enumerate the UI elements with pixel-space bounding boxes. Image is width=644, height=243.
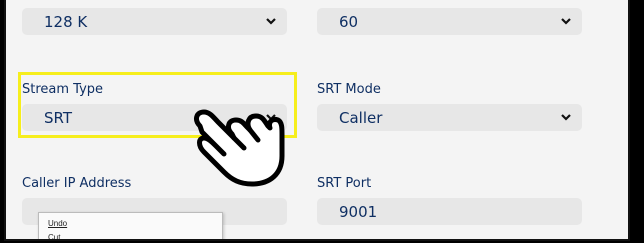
bitrate-select[interactable]: 128 K	[22, 8, 287, 35]
srt-port-value: 9001	[339, 202, 378, 221]
context-menu: Undo Cut	[38, 212, 223, 239]
srt-mode-select[interactable]: Caller	[317, 104, 582, 131]
fps-select[interactable]: 60	[317, 8, 582, 35]
srt-mode-label: SRT Mode	[317, 82, 381, 97]
srt-mode-value: Caller	[339, 108, 383, 127]
caller-ip-label: Caller IP Address	[22, 176, 132, 191]
bitrate-value: 128 K	[44, 12, 88, 31]
chevron-down-icon	[561, 18, 571, 25]
hand-pointer-icon	[194, 109, 285, 187]
chevron-down-icon	[561, 114, 571, 121]
fps-value: 60	[339, 12, 359, 31]
context-menu-item-cut[interactable]: Cut	[48, 233, 60, 239]
context-menu-item-undo[interactable]: Undo	[48, 219, 67, 228]
srt-port-label: SRT Port	[317, 176, 372, 191]
srt-port-input[interactable]: 9001	[317, 198, 582, 225]
chevron-down-icon	[266, 18, 276, 25]
settings-panel: 128 K 60 Stream Type SRT SRT Mode Caller…	[4, 0, 630, 241]
